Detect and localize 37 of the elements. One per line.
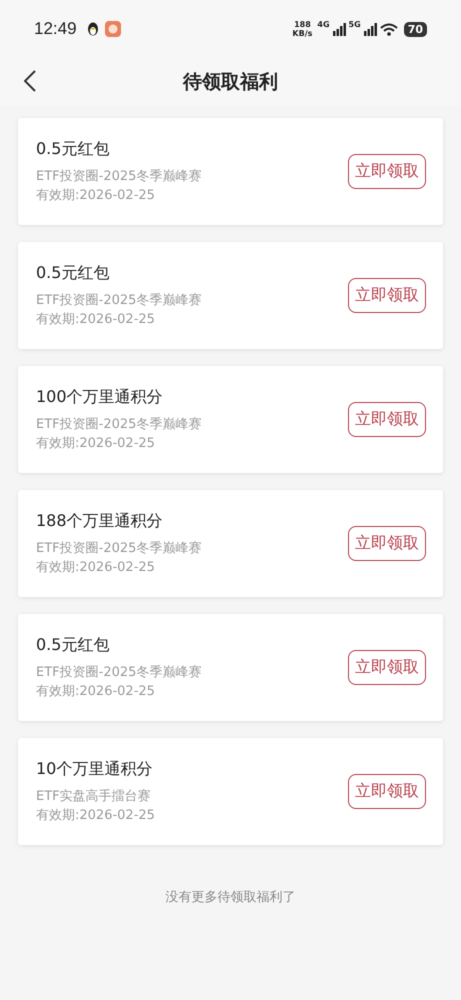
- reward-source: ETF投资圈-2025冬季巅峰赛: [36, 292, 202, 310]
- signal-icon: [332, 22, 346, 36]
- reward-source: ETF投资圈-2025冬季巅峰赛: [36, 540, 202, 558]
- claim-button[interactable]: 立即领取: [348, 278, 426, 313]
- back-button[interactable]: [24, 70, 36, 92]
- signal-icon: [364, 22, 377, 36]
- penguin-icon: [86, 22, 99, 36]
- reward-source: ETF实盘高手擂台赛: [36, 788, 152, 806]
- network-speed: 188 KB/s: [292, 20, 312, 38]
- expiry-date: 有效期:2026-02-25: [36, 434, 156, 452]
- expiry-date: 有效期:2026-02-25: [36, 682, 156, 700]
- page-title: 待领取福利: [183, 70, 278, 95]
- reward-title: 188个万里通积分: [36, 510, 164, 532]
- app-icon: [104, 21, 121, 37]
- network-label: 5G: [348, 20, 361, 29]
- expiry-date: 有效期:2026-02-25: [36, 558, 156, 576]
- end-of-list-text: 没有更多待领取福利了: [164, 889, 296, 906]
- expiry-date: 有效期:2026-02-25: [36, 806, 155, 824]
- battery-level: 70: [404, 22, 427, 36]
- claim-button[interactable]: 立即领取: [348, 526, 426, 561]
- reward-title: 100个万里通积分: [36, 386, 164, 408]
- claim-button[interactable]: 立即领取: [348, 154, 426, 189]
- reward-source: ETF投资圈-2025冬季巅峰赛: [36, 168, 202, 186]
- reward-source: ETF投资圈-2025冬季巅峰赛: [36, 664, 202, 682]
- expiry-date: 有效期:2026-02-25: [36, 310, 156, 328]
- status-time: 12:49: [34, 19, 77, 39]
- claim-button[interactable]: 立即领取: [348, 650, 426, 685]
- network-label: 4G: [317, 20, 330, 29]
- reward-source: ETF投资圈-2025冬季巅峰赛: [36, 416, 202, 434]
- reward-title: 0.5元红包: [36, 262, 110, 284]
- claim-button[interactable]: 立即领取: [348, 402, 426, 437]
- claim-button[interactable]: 立即领取: [348, 774, 426, 809]
- expiry-date: 有效期:2026-02-25: [36, 186, 156, 204]
- reward-title: 0.5元红包: [36, 634, 110, 656]
- reward-title: 10个万里通积分: [36, 758, 154, 780]
- reward-title: 0.5元红包: [36, 138, 110, 160]
- wifi-icon: [380, 22, 398, 36]
